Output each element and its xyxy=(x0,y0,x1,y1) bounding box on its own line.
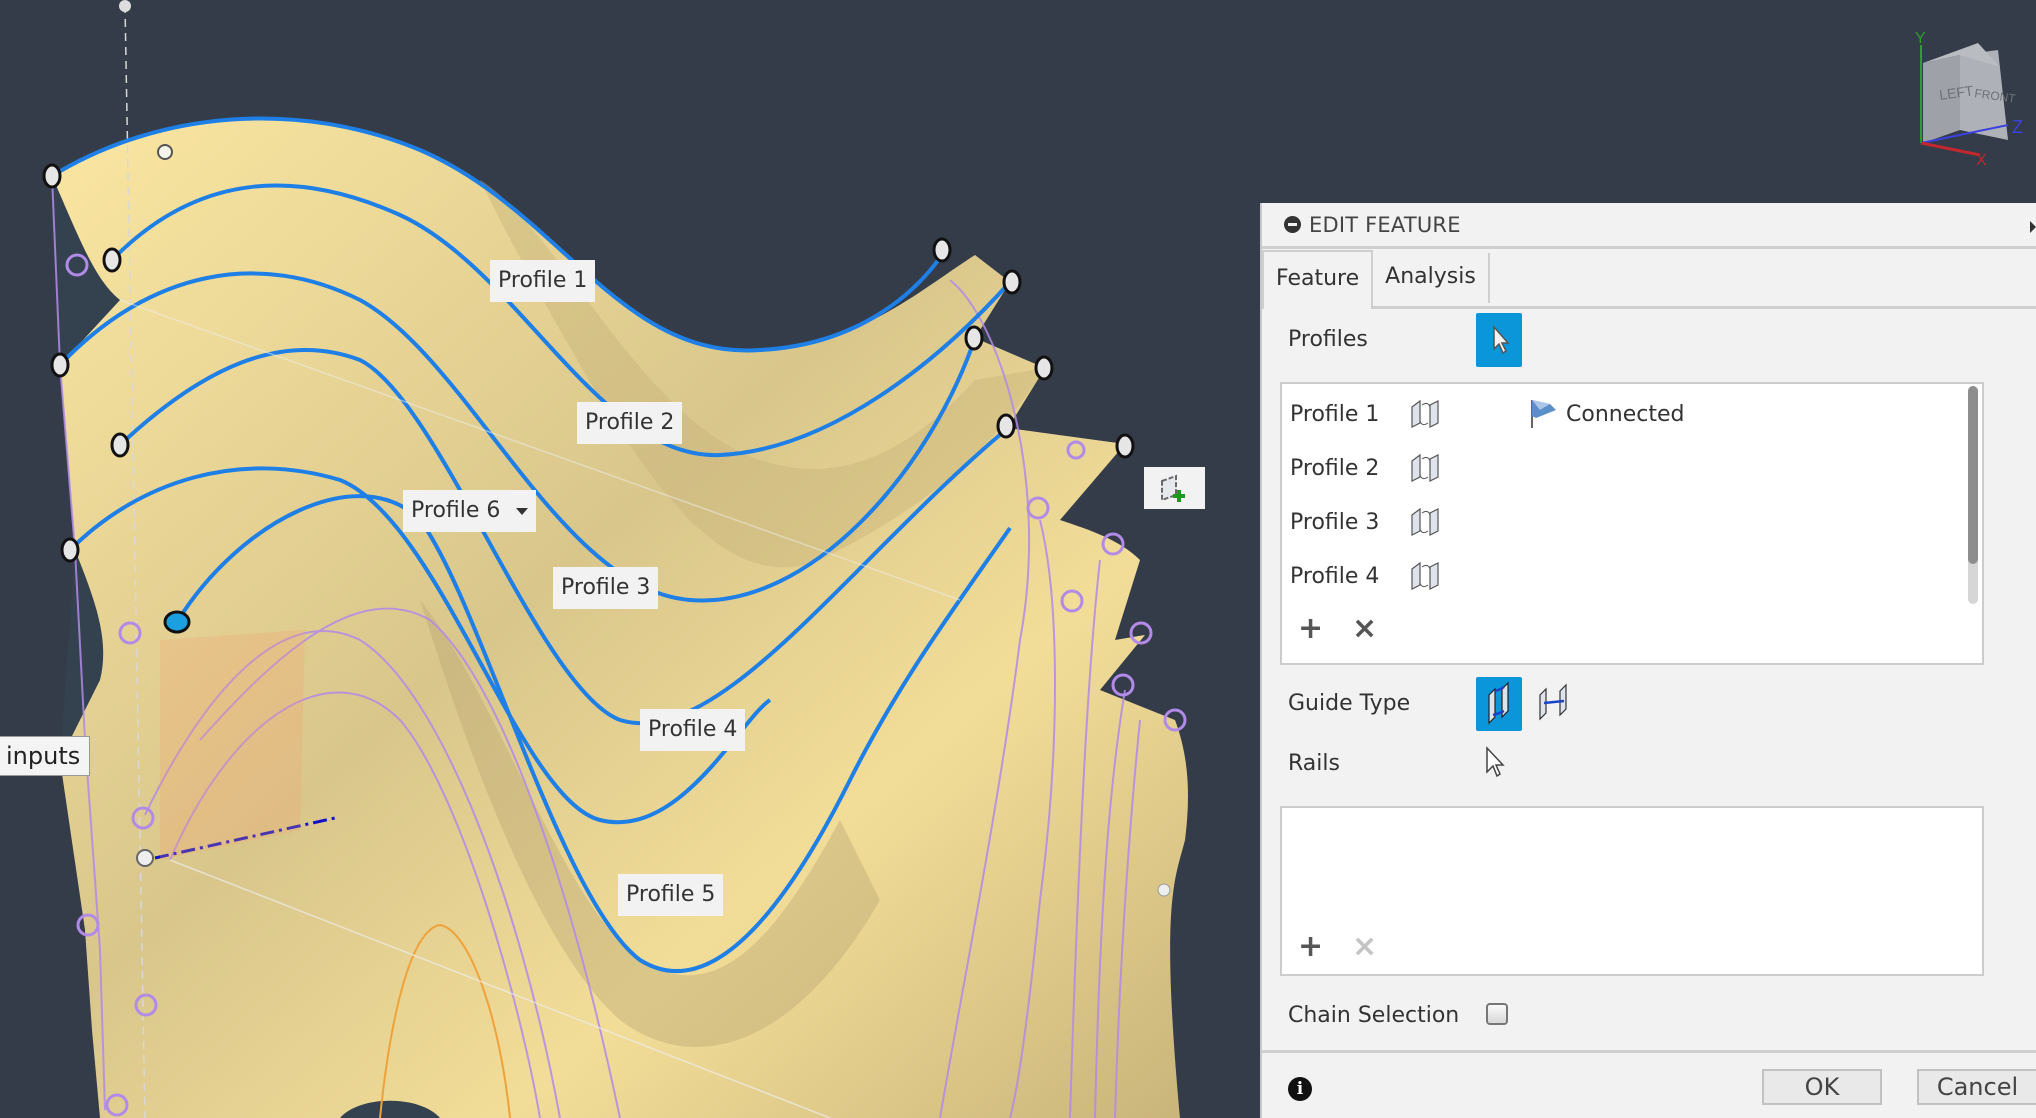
callout-label: Profile 5 xyxy=(626,882,716,907)
mouse-cursor xyxy=(1486,746,1505,778)
panel-tabs: Feature Analysis xyxy=(1262,249,2036,309)
info-icon[interactable]: i xyxy=(1288,1077,1312,1101)
construction-point xyxy=(119,0,131,12)
remove-rail-button[interactable]: × xyxy=(1352,932,1377,962)
sketch-plane xyxy=(160,630,305,860)
add-profile-list-button[interactable]: + xyxy=(1298,614,1323,644)
list-item[interactable]: Profile 2 xyxy=(1290,448,1442,488)
callout-label: Profile 3 xyxy=(561,575,651,600)
tab-feature[interactable]: Feature xyxy=(1262,250,1374,309)
z-axis-label: Z xyxy=(2012,117,2023,137)
scrollbar-thumb[interactable] xyxy=(1968,386,1978,564)
collapse-icon[interactable] xyxy=(1284,216,1301,233)
remove-profile-button[interactable]: × xyxy=(1352,614,1377,644)
surface-point xyxy=(1157,883,1171,897)
callout-label: Profile 4 xyxy=(648,717,738,742)
profile-status: Connected xyxy=(1566,401,1685,427)
profile-4-callout[interactable]: Profile 4 xyxy=(640,709,746,751)
list-item[interactable]: Profile 1 Connected xyxy=(1290,394,1684,434)
tangent-handle[interactable] xyxy=(136,849,154,867)
guide-type-label: Guide Type xyxy=(1288,691,1411,716)
cancel-button[interactable]: Cancel xyxy=(1917,1069,2036,1105)
x-axis xyxy=(1920,141,1981,157)
cursor-arrow-icon xyxy=(1493,325,1510,355)
chain-selection-checkbox[interactable] xyxy=(1486,1003,1508,1025)
add-plane-icon xyxy=(1161,474,1185,502)
profile-1-callout[interactable]: Profile 1 xyxy=(490,260,596,302)
chevron-down-icon[interactable] xyxy=(516,507,529,515)
selected-endpoint[interactable] xyxy=(163,610,191,634)
flip-direction-icon[interactable] xyxy=(1408,561,1442,591)
tab-analysis[interactable]: Analysis xyxy=(1373,253,1490,303)
viewcube[interactable]: LEFT FRONT Y Z X xyxy=(1880,25,2030,165)
profile-name: Profile 3 xyxy=(1290,509,1380,535)
profile-6-callout[interactable]: Profile 6 xyxy=(403,490,537,532)
profile-name: Profile 1 xyxy=(1290,401,1380,427)
connected-flag-icon xyxy=(1531,400,1556,428)
add-rail-button[interactable]: + xyxy=(1298,932,1323,962)
list-item[interactable]: Profile 3 xyxy=(1290,502,1442,542)
guide-type-rails-button[interactable] xyxy=(1476,677,1522,731)
centerline-guide-icon xyxy=(1539,683,1567,721)
profile-name: Profile 4 xyxy=(1290,563,1380,589)
callout-label: Profile 1 xyxy=(498,268,588,293)
list-item[interactable]: Profile 4 xyxy=(1290,556,1442,596)
profile-3-callout[interactable]: Profile 3 xyxy=(553,567,659,609)
y-axis-label: Y xyxy=(1915,30,1926,47)
expand-arrow-icon[interactable] xyxy=(2030,221,2036,233)
profile-2-callout[interactable]: Profile 2 xyxy=(577,402,683,444)
rails-label: Rails xyxy=(1288,751,1340,776)
profiles-select-button[interactable] xyxy=(1476,313,1522,367)
rails-list: + × xyxy=(1280,806,1984,976)
edit-feature-panel: EDIT FEATURE Feature Analysis Profiles P… xyxy=(1260,203,2036,1118)
callout-label: Profile 2 xyxy=(585,410,675,435)
profile-5-callout[interactable]: Profile 5 xyxy=(618,874,724,916)
rails-guide-icon xyxy=(1488,681,1509,725)
flip-direction-icon[interactable] xyxy=(1408,507,1442,537)
flip-direction-icon[interactable] xyxy=(1408,453,1442,483)
x-axis-label: X xyxy=(1976,152,1987,165)
chain-selection-label: Chain Selection xyxy=(1288,1003,1460,1028)
profiles-scrollbar[interactable] xyxy=(1968,386,1978,604)
ok-button[interactable]: OK xyxy=(1762,1069,1882,1105)
panel-header[interactable]: EDIT FEATURE xyxy=(1262,203,2036,249)
panel-footer: i OK Cancel xyxy=(1262,1050,2036,1118)
profile-name: Profile 2 xyxy=(1290,455,1380,481)
profiles-label: Profiles xyxy=(1288,327,1368,352)
flip-direction-icon[interactable] xyxy=(1408,399,1442,429)
add-profile-button[interactable] xyxy=(1144,467,1205,509)
tangent-handle[interactable] xyxy=(157,144,173,160)
guide-type-centerline-button[interactable] xyxy=(1534,681,1574,727)
panel-title: EDIT FEATURE xyxy=(1309,212,1461,237)
callout-label: Profile 6 xyxy=(411,498,501,523)
profiles-list: Profile 1 Connected Profile 2 Profile 3 … xyxy=(1280,382,1984,665)
inputs-tooltip: inputs xyxy=(0,736,90,776)
